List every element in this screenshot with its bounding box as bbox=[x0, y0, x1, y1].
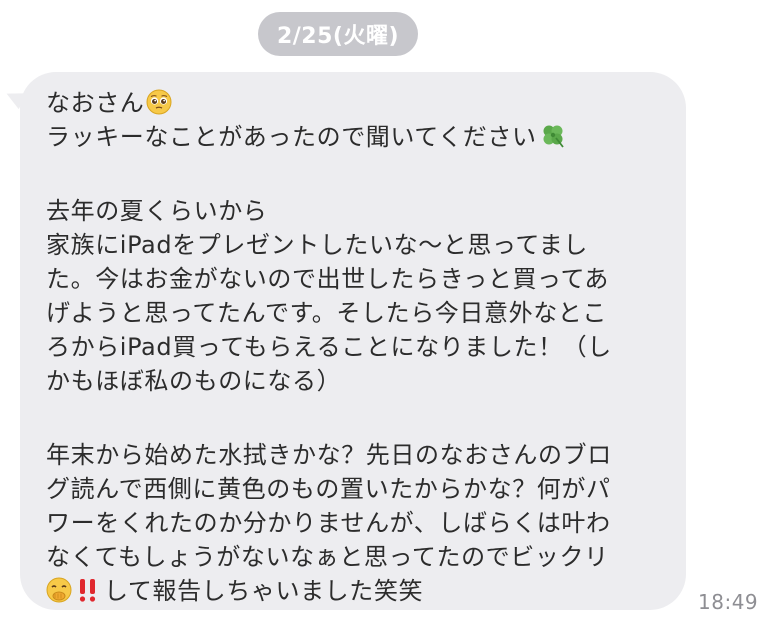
message-line: 家族にiPadをプレゼントしたいな〜と思ってまし bbox=[46, 231, 589, 259]
message-text: なおさん bbox=[46, 89, 145, 117]
message-bubble[interactable]: なおさん ラッキーなことがあったので聞いてください 去年の夏くらいから 家族にi… bbox=[20, 72, 686, 610]
message-line: して報告しちゃいました笑笑 bbox=[46, 574, 666, 608]
double-exclamation-emoji-icon bbox=[76, 577, 100, 612]
message-timestamp: 18:49 bbox=[698, 590, 759, 614]
message-line: ろからiPad買ってもらえることになりました！（し bbox=[46, 333, 612, 361]
date-separator: 2/25(火曜) bbox=[258, 12, 418, 56]
message-line: 去年の夏くらいから bbox=[46, 197, 268, 225]
message-line: なくてもしょうがないなぁと思ってたのでビックリ bbox=[46, 543, 609, 571]
four-leaf-clover-emoji-icon bbox=[539, 121, 567, 158]
message-line: かもほぼ私のものになる） bbox=[46, 367, 342, 395]
pleading-face-emoji-icon bbox=[146, 89, 172, 124]
message-line: ワーをくれたのか分かりませんが、しばらくは叶わ bbox=[46, 509, 611, 537]
message-line: なおさん bbox=[46, 86, 666, 120]
date-label: 2/25(火曜) bbox=[276, 24, 400, 49]
message-line: 年末から始めた水拭きかな？先日のなおさんのブロ bbox=[46, 441, 612, 469]
message-text: して報告しちゃいました笑笑 bbox=[104, 577, 424, 605]
message-line: げようと思ってたんです。そしたら今日意外なとこ bbox=[46, 299, 607, 327]
chat-view: 2/25(火曜) なおさん ラッキーなことがあったので聞いてください 去年の夏く… bbox=[0, 0, 776, 630]
message-line: た。今はお金がないので出世したらきっと買ってあ bbox=[46, 265, 609, 293]
message-text: ラッキーなことがあったので聞いてください bbox=[46, 123, 537, 151]
message-line: グ読んで西側に黄色のもの置いたからかな？何がパ bbox=[46, 475, 611, 503]
message-line: ラッキーなことがあったので聞いてください bbox=[46, 120, 666, 154]
face-with-hand-over-mouth-emoji-icon bbox=[46, 577, 72, 612]
